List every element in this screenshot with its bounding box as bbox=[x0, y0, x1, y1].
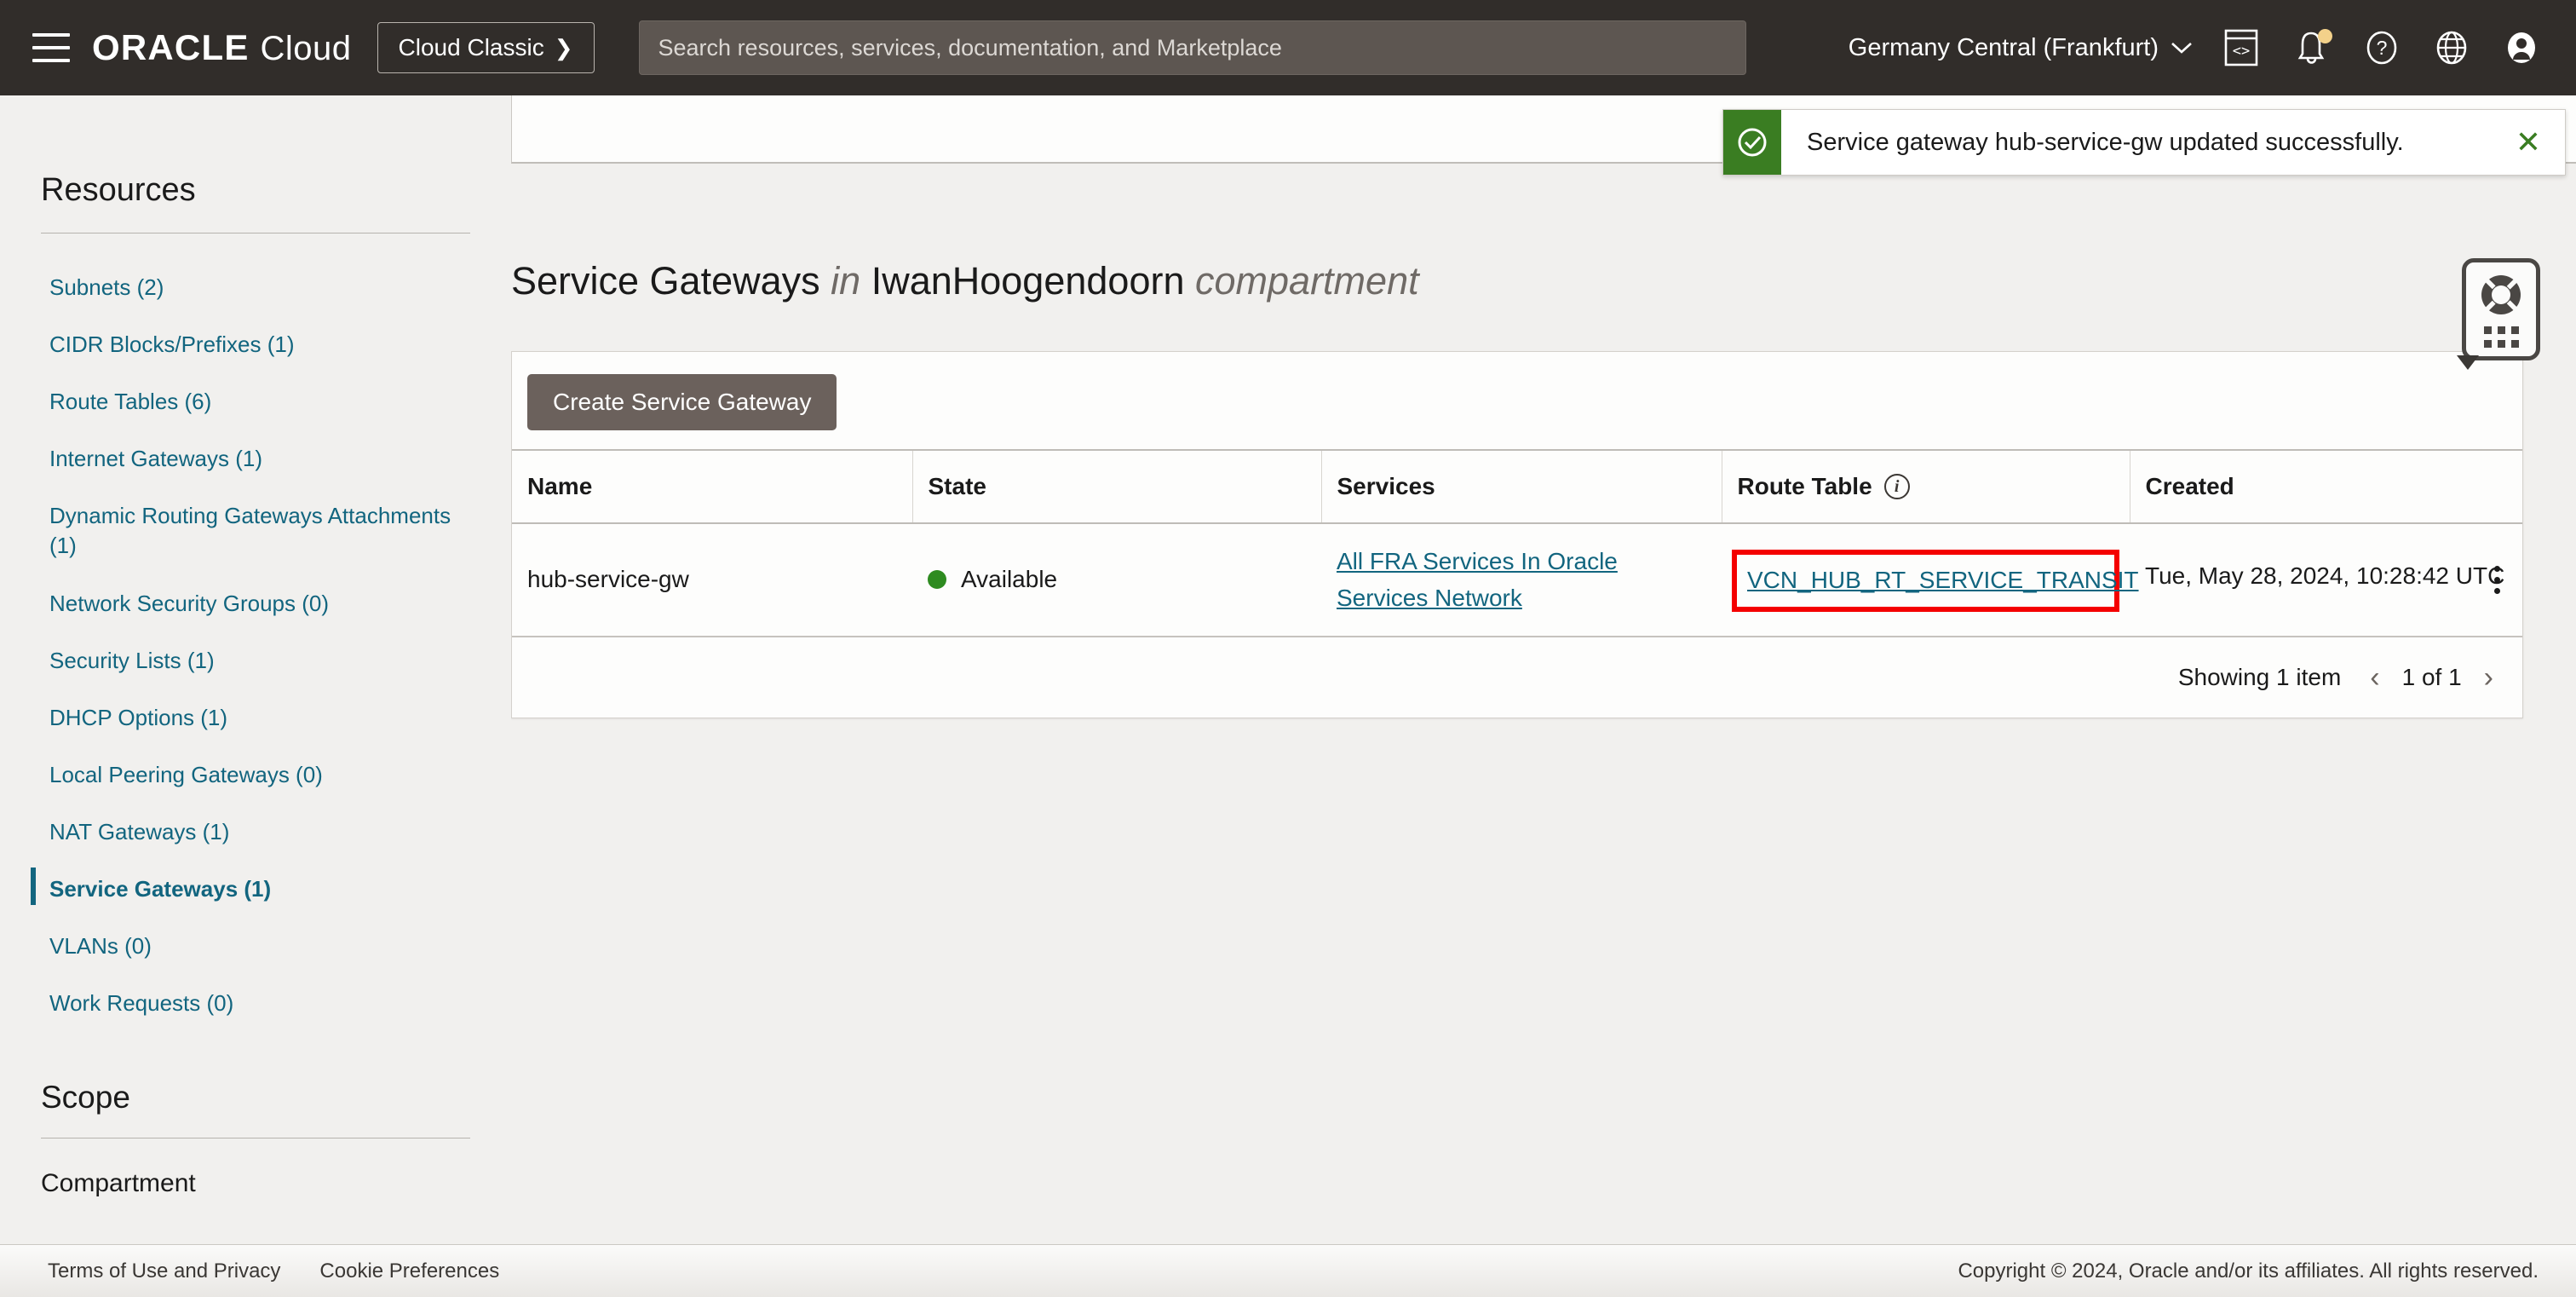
success-toast-notification: Service gateway hub-service-gw updated s… bbox=[1722, 109, 2566, 176]
sidebar-item-subnets[interactable]: Subnets (2) bbox=[41, 259, 470, 316]
showing-items-text: Showing 1 item bbox=[2178, 664, 2341, 691]
sidebar-item-internet-gateways[interactable]: Internet Gateways (1) bbox=[41, 430, 470, 487]
sidebar-item-vlans[interactable]: VLANs (0) bbox=[41, 918, 470, 975]
search-container bbox=[639, 20, 1746, 75]
notifications-bell-icon[interactable] bbox=[2293, 28, 2332, 67]
sidebar-item-route-tables[interactable]: Route Tables (6) bbox=[41, 373, 470, 430]
page-title: Service Gateways in IwanHoogendoorn comp… bbox=[511, 259, 1419, 303]
help-icon[interactable]: ? bbox=[2363, 28, 2402, 67]
page-title-compartment-name: IwanHoogendoorn bbox=[871, 259, 1185, 303]
pagination-controls: ‹ 1 of 1 › bbox=[2370, 663, 2493, 692]
cell-route-table: VCN_HUB_RT_SERVICE_TRANSIT bbox=[1722, 523, 2130, 637]
sidebar-item-service-gateways[interactable]: Service Gateways (1) bbox=[41, 861, 470, 918]
cell-created: Tue, May 28, 2024, 10:28:42 UTC bbox=[2130, 523, 2522, 637]
cookie-preferences-link[interactable]: Cookie Preferences bbox=[319, 1260, 499, 1283]
toast-status-bar bbox=[1723, 110, 1781, 175]
sidebar-item-nat-gateways[interactable]: NAT Gateways (1) bbox=[41, 804, 470, 861]
chevron-right-icon: ❯ bbox=[555, 35, 573, 61]
sidebar-item-cidr-blocks[interactable]: CIDR Blocks/Prefixes (1) bbox=[41, 316, 470, 373]
svg-text:?: ? bbox=[2377, 37, 2388, 59]
top-nav-right-group: Germany Central (Frankfurt) <> ? bbox=[1849, 28, 2554, 67]
sidebar-item-list: Subnets (2) CIDR Blocks/Prefixes (1) Rou… bbox=[41, 259, 470, 1032]
cloud-wordmark: Cloud bbox=[261, 30, 352, 68]
cell-services: All FRA Services In Oracle Services Netw… bbox=[1321, 523, 1722, 637]
drag-grip-icon[interactable] bbox=[2484, 326, 2519, 348]
column-header-services-label: Services bbox=[1337, 473, 1435, 500]
toast-close-icon[interactable]: ✕ bbox=[2492, 127, 2565, 158]
column-header-state-label: State bbox=[929, 473, 986, 500]
sidebar-item-local-peering-gateways[interactable]: Local Peering Gateways (0) bbox=[41, 746, 470, 804]
region-label: Germany Central (Frankfurt) bbox=[1849, 34, 2159, 62]
sidebar-heading: Resources bbox=[41, 95, 470, 209]
created-timestamp: Tue, May 28, 2024, 10:28:42 UTC bbox=[2145, 562, 2504, 589]
lifebuoy-help-icon bbox=[2477, 271, 2525, 319]
search-input[interactable] bbox=[639, 20, 1746, 75]
info-icon[interactable]: i bbox=[1884, 474, 1910, 499]
profile-avatar-icon[interactable] bbox=[2503, 28, 2542, 67]
create-service-gateway-button[interactable]: Create Service Gateway bbox=[527, 374, 837, 430]
pagination-indicator: 1 of 1 bbox=[2402, 664, 2462, 691]
success-check-icon bbox=[1735, 125, 1769, 159]
sidebar-item-dhcp-options[interactable]: DHCP Options (1) bbox=[41, 689, 470, 746]
top-navigation-bar: ORACLE Cloud Cloud Classic ❯ Germany Cen… bbox=[0, 0, 2576, 95]
main-content-area: Service Gateways in IwanHoogendoorn comp… bbox=[511, 95, 2576, 1297]
svg-text:<>: <> bbox=[2233, 43, 2250, 60]
column-header-name-label: Name bbox=[527, 473, 592, 500]
table-header: Name State Services Route Table i bbox=[512, 450, 2522, 523]
hamburger-menu-icon[interactable] bbox=[32, 33, 70, 62]
status-dot-available-icon bbox=[928, 570, 946, 589]
page-title-main: Service Gateways bbox=[511, 259, 820, 303]
sidebar-item-network-security-groups[interactable]: Network Security Groups (0) bbox=[41, 575, 470, 632]
region-selector[interactable]: Germany Central (Frankfurt) bbox=[1849, 34, 2193, 62]
page-title-in-word: in bbox=[831, 259, 860, 303]
oracle-cloud-logo[interactable]: ORACLE Cloud bbox=[92, 27, 352, 68]
state-label: Available bbox=[961, 566, 1057, 593]
route-table-link[interactable]: VCN_HUB_RT_SERVICE_TRANSIT bbox=[1747, 567, 2139, 593]
language-globe-icon[interactable] bbox=[2433, 28, 2472, 67]
copyright-text: Copyright © 2024, Oracle and/or its affi… bbox=[1958, 1260, 2576, 1283]
cloud-classic-label: Cloud Classic bbox=[399, 34, 544, 61]
cell-name: hub-service-gw bbox=[512, 523, 912, 637]
services-link[interactable]: All FRA Services In Oracle Services Netw… bbox=[1337, 548, 1618, 611]
route-table-highlight-annotation: VCN_HUB_RT_SERVICE_TRANSIT bbox=[1732, 550, 2119, 612]
column-header-route-table-label: Route Table bbox=[1738, 473, 1872, 500]
table-body: hub-service-gw Available All FRA Service… bbox=[512, 523, 2522, 637]
cloud-shell-icon[interactable]: <> bbox=[2223, 28, 2263, 67]
notification-indicator-dot bbox=[2318, 29, 2332, 43]
panel-toolbar: Create Service Gateway bbox=[512, 352, 2522, 449]
oracle-wordmark: ORACLE bbox=[92, 27, 250, 68]
pagination-next-icon[interactable]: › bbox=[2484, 663, 2493, 692]
cell-state: Available bbox=[912, 523, 1321, 637]
page-title-compartment-word: compartment bbox=[1195, 259, 1419, 303]
column-header-created-label: Created bbox=[2146, 473, 2234, 500]
support-help-widget[interactable] bbox=[2462, 258, 2540, 360]
toast-message: Service gateway hub-service-gw updated s… bbox=[1781, 129, 2492, 157]
sidebar-item-drg-attachments[interactable]: Dynamic Routing Gateways Attachments (1) bbox=[41, 487, 470, 574]
resources-sidebar: Resources Subnets (2) CIDR Blocks/Prefix… bbox=[0, 95, 511, 1297]
table-row[interactable]: hub-service-gw Available All FRA Service… bbox=[512, 523, 2522, 637]
compartment-label: Compartment bbox=[41, 1169, 470, 1198]
sidebar-item-work-requests[interactable]: Work Requests (0) bbox=[41, 975, 470, 1032]
scope-heading: Scope bbox=[41, 1080, 470, 1115]
service-gateways-panel: Create Service Gateway Name State Servic… bbox=[511, 351, 2523, 718]
terms-of-use-link[interactable]: Terms of Use and Privacy bbox=[48, 1260, 280, 1283]
footer-links: Terms of Use and Privacy Cookie Preferen… bbox=[0, 1260, 499, 1283]
sidebar-item-security-lists[interactable]: Security Lists (1) bbox=[41, 632, 470, 689]
table-pagination-footer: Showing 1 item ‹ 1 of 1 › bbox=[512, 637, 2522, 718]
page-footer: Terms of Use and Privacy Cookie Preferen… bbox=[0, 1244, 2576, 1297]
pagination-prev-icon[interactable]: ‹ bbox=[2370, 663, 2379, 692]
column-header-created[interactable]: Created bbox=[2130, 450, 2522, 523]
service-gateways-table: Name State Services Route Table i bbox=[512, 449, 2522, 637]
chevron-down-icon bbox=[2171, 41, 2193, 55]
table-header-row: Name State Services Route Table i bbox=[512, 450, 2522, 523]
column-header-name[interactable]: Name bbox=[512, 450, 912, 523]
support-widget-pointer-icon bbox=[2457, 355, 2479, 370]
column-header-services[interactable]: Services bbox=[1321, 450, 1722, 523]
column-header-route-table[interactable]: Route Table i bbox=[1722, 450, 2130, 523]
cloud-classic-button[interactable]: Cloud Classic ❯ bbox=[377, 22, 595, 73]
column-header-state[interactable]: State bbox=[912, 450, 1321, 523]
